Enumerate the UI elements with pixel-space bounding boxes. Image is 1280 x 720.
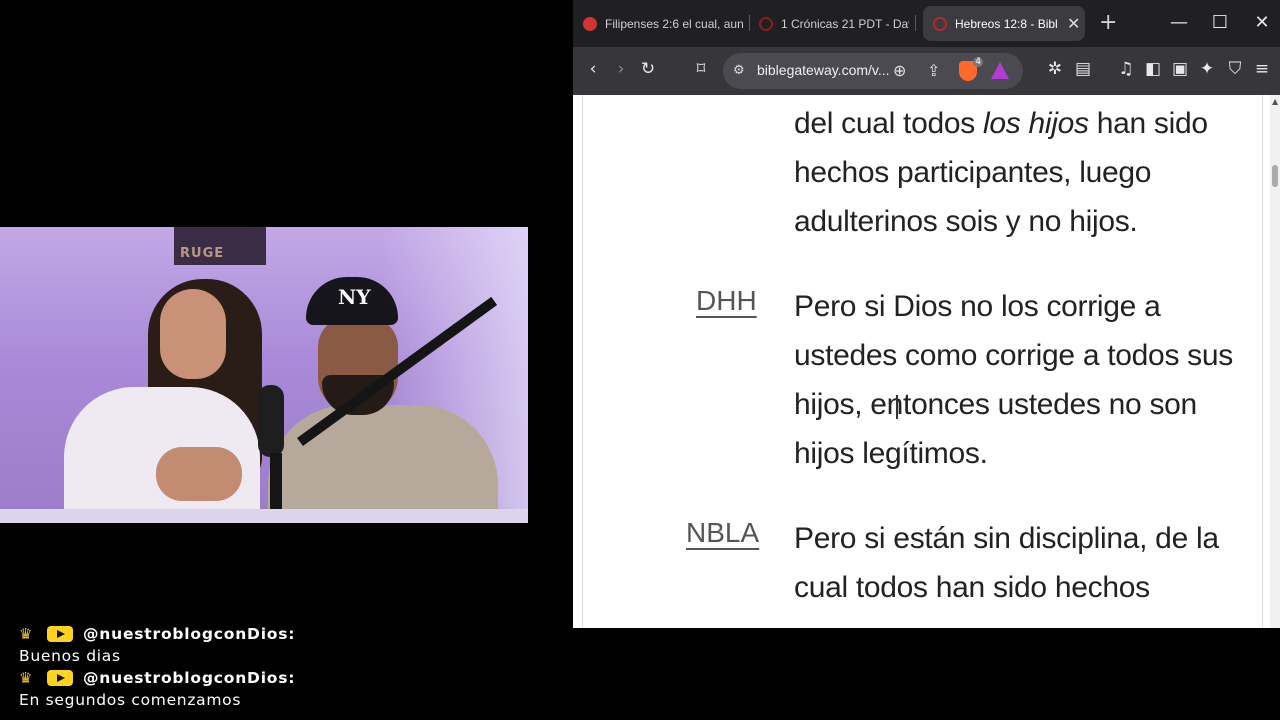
youtube-icon: [47, 626, 73, 642]
tab-filipenses[interactable]: Filipenses 2:6 el cual, aunc: [583, 6, 743, 41]
zoom-icon[interactable]: ⊕: [893, 61, 906, 80]
youtube-icon: [47, 670, 73, 686]
biblegateway-icon: [933, 16, 947, 31]
passage-line: Pero si están sin disciplina, de la: [794, 522, 1219, 555]
passage-line: del cual todos los hijos han sido: [794, 99, 1239, 148]
line-part: del cual todos: [794, 107, 983, 140]
desk: [0, 509, 528, 523]
wallet-icon[interactable]: ▣: [1168, 59, 1192, 79]
reload-icon[interactable]: ↻: [636, 59, 660, 79]
poster-text: RUGE: [180, 246, 225, 261]
version-link-nbla[interactable]: NBLA: [686, 517, 759, 549]
crown-icon: ♛: [19, 669, 34, 687]
passage-text: Pero si Dios no los corrige a ustedes co…: [794, 282, 1239, 478]
wall-poster: RUGE: [174, 227, 266, 265]
chat-message-text: Buenos dias: [19, 647, 121, 665]
address-bar[interactable]: ⚙ biblegateway.com/v... ⊕ ⇪ 4: [723, 53, 1023, 89]
page-content: del cual todos los hijos han sido hechos…: [573, 95, 1280, 628]
close-window-button[interactable]: ✕: [1247, 12, 1277, 33]
vpn-icon[interactable]: ⛉: [1223, 59, 1247, 79]
brave-shields-icon[interactable]: 4: [959, 57, 983, 81]
cap-logo: NY: [338, 285, 371, 309]
tab-cronicas[interactable]: 1 Crónicas 21 PDT - David: [759, 6, 909, 41]
tab-hebreos[interactable]: Hebreos 12:8 - Bible G ✕: [923, 6, 1085, 41]
passage-text: del cual todos los hijos han sido hechos…: [794, 99, 1239, 246]
share-icon[interactable]: ⇪: [927, 61, 940, 80]
bookmark-icon[interactable]: ⌑: [689, 59, 713, 79]
site-info-icon[interactable]: ⚙: [733, 63, 745, 78]
passage-line: adulterinos sois y no hijos.: [794, 205, 1138, 238]
tab-divider: [749, 15, 750, 31]
page-scrollbar[interactable]: ▲: [1270, 95, 1280, 628]
forward-icon[interactable]: ›: [609, 59, 633, 79]
live-chat-overlay: ♛ @nuestroblogconDios: Buenos dias ♛ @nu…: [19, 623, 295, 711]
chat-message-author: ♛ @nuestroblogconDios:: [19, 623, 295, 645]
extensions-icon[interactable]: ✲: [1043, 59, 1067, 79]
menu-icon[interactable]: ≡: [1250, 59, 1274, 79]
version-link-dhh[interactable]: DHH: [696, 285, 757, 317]
passage-line: ustedes como corrige a todos sus: [794, 339, 1233, 372]
line-part: han sido: [1088, 107, 1208, 140]
chat-message-text: En segundos comenzamos: [19, 691, 242, 709]
reader-mode-icon[interactable]: ▤: [1071, 59, 1095, 79]
url-text: biblegateway.com/v...: [757, 62, 890, 78]
bible-icon: [583, 16, 597, 31]
passage-line: cual todos han sido hechos: [794, 571, 1150, 604]
tab-divider: [915, 15, 916, 31]
scrollbar-thumb[interactable]: [1272, 165, 1278, 187]
minimize-button[interactable]: —: [1164, 12, 1194, 33]
biblegateway-icon: [759, 16, 773, 31]
italic-emphasis: los hijos: [982, 107, 1089, 140]
shields-count: 4: [973, 57, 983, 67]
microphone: [258, 385, 284, 457]
leo-ai-icon[interactable]: ✦: [1195, 59, 1219, 79]
host-1-hands: [156, 447, 242, 501]
tab-title: Hebreos 12:8 - Bible G: [955, 16, 1057, 31]
chat-author-name: @nuestroblogconDios:: [83, 669, 296, 687]
passage-line: hechos participantes, luego: [794, 156, 1152, 189]
media-icon[interactable]: ♫: [1114, 59, 1138, 79]
tab-title: Filipenses 2:6 el cual, aunc: [605, 16, 743, 31]
passage-line: Pero si Dios no los corrige a: [794, 290, 1161, 323]
chat-author-name: @nuestroblogconDios:: [83, 625, 296, 643]
new-tab-button[interactable]: +: [1099, 10, 1117, 35]
host-2-body: [268, 405, 498, 523]
webcam-feed: RUGE NY: [0, 227, 528, 523]
passage-text: Pero si están sin disciplina, de la cual…: [794, 514, 1239, 612]
browser-window: Filipenses 2:6 el cual, aunc 1 Crónicas …: [573, 0, 1280, 628]
tab-title: 1 Crónicas 21 PDT - David: [781, 16, 909, 31]
close-tab-icon[interactable]: ✕: [1067, 14, 1080, 34]
sidebar-icon[interactable]: ◧: [1141, 59, 1165, 79]
browser-toolbar: ‹ › ↻ ⌑ ⚙ biblegateway.com/v... ⊕ ⇪ 4 ✲ …: [573, 47, 1280, 95]
text-cursor-icon: [896, 395, 898, 419]
passage-line: hijos, entonces ustedes no son: [794, 388, 1197, 421]
tab-strip: Filipenses 2:6 el cual, aunc 1 Crónicas …: [573, 0, 1280, 47]
chat-message-author: ♛ @nuestroblogconDios:: [19, 667, 295, 689]
back-icon[interactable]: ‹: [581, 59, 605, 79]
crown-icon: ♛: [19, 625, 34, 643]
host-1-face: [160, 289, 226, 379]
maximize-button[interactable]: ☐: [1205, 12, 1235, 33]
scroll-up-icon[interactable]: ▲: [1272, 97, 1278, 106]
brave-rewards-icon[interactable]: [991, 62, 1009, 79]
passage-line: hijos legítimos.: [794, 437, 988, 470]
